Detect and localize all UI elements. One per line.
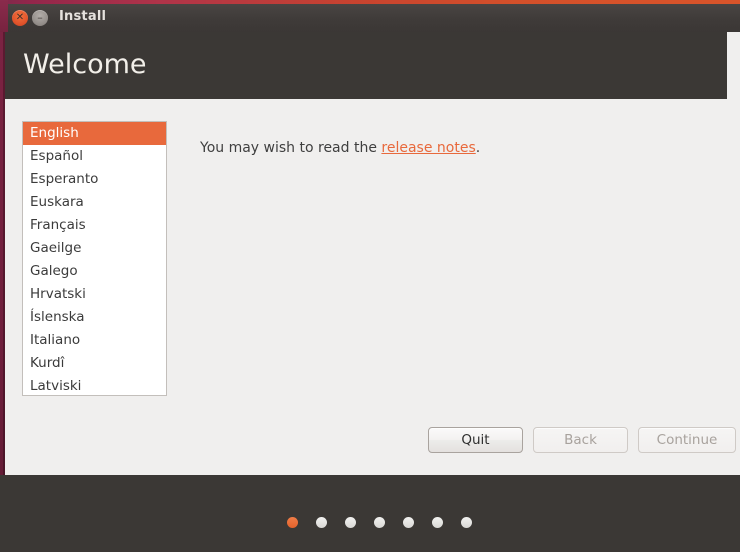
- page-title: Welcome: [23, 49, 147, 80]
- minimize-icon[interactable]: –: [32, 10, 48, 26]
- language-list-item[interactable]: Gaeilge: [23, 237, 166, 260]
- language-list-item[interactable]: Íslenska: [23, 306, 166, 329]
- progress-dot: [374, 517, 385, 528]
- language-list-item[interactable]: Français: [23, 214, 166, 237]
- progress-dot-active: [287, 517, 298, 528]
- window-title: Install: [59, 9, 107, 24]
- language-list[interactable]: English Español Esperanto Euskara Français Ga…: [22, 121, 167, 396]
- language-list-item[interactable]: Esperanto: [23, 168, 166, 191]
- language-list-item[interactable]: English: [23, 122, 166, 145]
- bottom-bar: [0, 475, 740, 552]
- release-notes-line: You may wish to read the release notes.: [200, 140, 480, 156]
- page-content: English Español Esperanto Euskara Français Ga…: [5, 99, 736, 475]
- title-bar: ✕ – Install: [0, 0, 740, 32]
- release-notes-suffix: .: [475, 140, 481, 156]
- release-notes-link[interactable]: release notes: [381, 140, 475, 156]
- continue-button: Continue: [638, 427, 736, 453]
- progress-dot: [316, 517, 327, 528]
- progress-dots: [287, 517, 477, 529]
- close-glyph: ✕: [15, 12, 25, 23]
- progress-dot: [345, 517, 356, 528]
- title-bar-left-accent: [0, 0, 8, 32]
- page-header: Welcome: [5, 32, 727, 99]
- quit-button[interactable]: Quit: [428, 427, 523, 453]
- installer-window: ✕ – Install Welcome English Español Espera…: [0, 0, 740, 552]
- title-bar-surface: [0, 4, 740, 32]
- language-list-item[interactable]: Latviski: [23, 375, 166, 395]
- language-list-item[interactable]: Español: [23, 145, 166, 168]
- back-button: Back: [533, 427, 628, 453]
- language-list-item[interactable]: Kurdî: [23, 352, 166, 375]
- progress-dot: [432, 517, 443, 528]
- progress-dot: [461, 517, 472, 528]
- minimize-glyph: –: [37, 11, 43, 24]
- progress-dot: [403, 517, 414, 528]
- language-list-item[interactable]: Galego: [23, 260, 166, 283]
- release-notes-prefix: You may wish to read the: [200, 140, 382, 156]
- language-list-item[interactable]: Hrvatski: [23, 283, 166, 306]
- language-list-item[interactable]: Italiano: [23, 329, 166, 352]
- language-list-item[interactable]: Euskara: [23, 191, 166, 214]
- close-icon[interactable]: ✕: [12, 10, 28, 26]
